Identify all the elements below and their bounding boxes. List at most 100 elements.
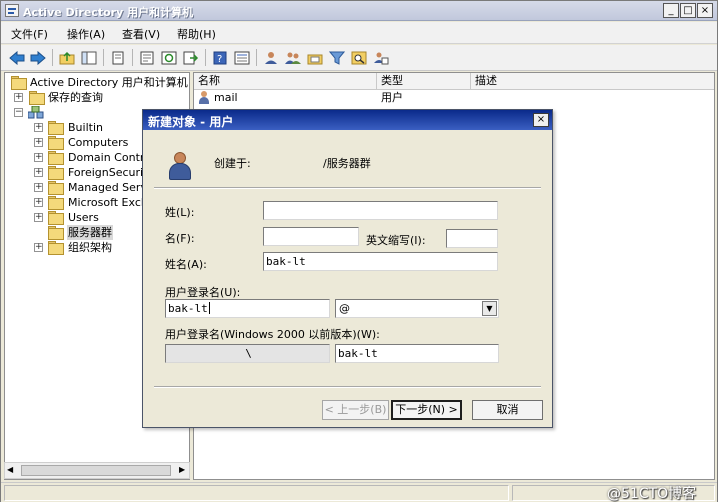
- toolbar-separator: [103, 49, 104, 66]
- window-title-bar[interactable]: Active Directory 用户和计算机 _ □ ×: [1, 1, 717, 21]
- tree-item-label: Builtin: [68, 121, 103, 134]
- menu-help[interactable]: 帮助(H): [177, 26, 216, 42]
- expand-icon[interactable]: +: [34, 243, 43, 252]
- expand-icon[interactable]: +: [34, 183, 43, 192]
- tree-item-label: Computers: [68, 136, 129, 149]
- domain-icon: [28, 106, 44, 119]
- tree-item-label: Active Directory 用户和计算机: [30, 76, 188, 89]
- list-item[interactable]: mail 用户: [194, 90, 714, 105]
- column-header-type[interactable]: 类型: [377, 73, 471, 90]
- ou-folder-icon: [48, 226, 64, 240]
- tree-item-label: 保存的查询: [48, 91, 103, 104]
- tree-horizontal-scrollbar[interactable]: ◀ ▶: [4, 462, 190, 479]
- pre2000-logon-input[interactable]: bak-lt: [335, 344, 499, 363]
- separator: [154, 187, 541, 189]
- main-window: Active Directory 用户和计算机 _ □ × 文件(F) 操作(A…: [0, 0, 718, 502]
- folder-icon: [48, 121, 64, 135]
- first-name-input[interactable]: [263, 227, 359, 246]
- toolbar: ?: [1, 45, 717, 71]
- separator: [154, 386, 541, 388]
- toolbar-separator: [132, 49, 133, 66]
- find-icon[interactable]: [349, 48, 369, 67]
- pre2000-label: 用户登录名(Windows 2000 以前版本)(W):: [165, 328, 380, 341]
- up-folder-icon[interactable]: [57, 48, 77, 67]
- console-root-icon: [11, 76, 27, 90]
- close-button[interactable]: ×: [697, 3, 713, 18]
- forward-icon[interactable]: [28, 48, 48, 67]
- show-tree-icon[interactable]: [79, 48, 99, 67]
- menu-bar: 文件(F) 操作(A) 查看(V) 帮助(H): [1, 22, 717, 44]
- scroll-thumb[interactable]: [21, 465, 171, 476]
- last-name-label: 姓(L):: [165, 206, 195, 219]
- menu-file[interactable]: 文件(F): [11, 26, 48, 42]
- text-caret: [208, 302, 210, 314]
- expand-icon[interactable]: +: [34, 213, 43, 222]
- chevron-down-icon[interactable]: ▼: [482, 301, 497, 316]
- last-name-input[interactable]: [263, 201, 498, 220]
- new-group-icon[interactable]: [283, 48, 303, 67]
- help-icon[interactable]: ?: [210, 48, 230, 67]
- new-user-icon[interactable]: [261, 48, 281, 67]
- expand-icon[interactable]: +: [14, 93, 23, 102]
- expand-icon[interactable]: +: [34, 168, 43, 177]
- new-user-dialog: 新建对象 - 用户 × 创建于: /服务器群 姓(L): 名(F): 英文缩写(…: [142, 109, 553, 428]
- next-button[interactable]: 下一步(N) >: [391, 400, 462, 420]
- add-to-group-icon[interactable]: [371, 48, 391, 67]
- created-in-label: 创建于:: [214, 157, 251, 170]
- toolbar-separator: [256, 49, 257, 66]
- tree-item-label: ForeignSecurit: [68, 166, 148, 179]
- tree-item-saved-queries[interactable]: + 保存的查询: [8, 90, 188, 105]
- tree-item-label: Users: [68, 211, 99, 224]
- maximize-button[interactable]: □: [680, 3, 696, 18]
- dialog-title: 新建对象 - 用户: [148, 115, 234, 129]
- tree-item-label-selected: 服务器群: [67, 225, 113, 240]
- full-name-label: 姓名(A):: [165, 258, 207, 271]
- menu-view[interactable]: 查看(V): [122, 26, 160, 42]
- app-icon: [5, 4, 19, 17]
- folder-icon: [48, 181, 64, 195]
- details-icon[interactable]: [232, 48, 252, 67]
- toolbar-separator: [205, 49, 206, 66]
- pre2000-domain-field: \: [165, 344, 330, 363]
- ou-folder-icon: [48, 241, 64, 255]
- back-icon[interactable]: [7, 48, 27, 67]
- watermark-text: @51CTO博客: [607, 486, 697, 502]
- status-segment: [4, 485, 509, 501]
- dialog-title-bar[interactable]: 新建对象 - 用户 ×: [143, 110, 552, 130]
- expand-icon[interactable]: +: [34, 123, 43, 132]
- scroll-left-icon[interactable]: ◀: [7, 465, 13, 474]
- column-header-description[interactable]: 描述: [471, 73, 714, 90]
- properties-icon[interactable]: [137, 48, 157, 67]
- domain-suffix-value: @: [339, 302, 350, 315]
- cancel-button[interactable]: 取消: [472, 400, 543, 420]
- domain-suffix-select[interactable]: @ ▼: [335, 299, 499, 318]
- collapse-icon[interactable]: −: [14, 108, 23, 117]
- initials-input[interactable]: [446, 229, 498, 248]
- initials-label: 英文缩写(I):: [366, 234, 426, 247]
- folder-icon: [48, 211, 64, 225]
- logon-name-input[interactable]: bak-lt: [165, 299, 330, 318]
- minimize-button[interactable]: _: [663, 3, 679, 18]
- filter-icon[interactable]: [327, 48, 347, 67]
- export-icon[interactable]: [181, 48, 201, 67]
- new-ou-icon[interactable]: [305, 48, 325, 67]
- back-button[interactable]: < 上一步(B): [322, 400, 389, 420]
- dialog-close-button[interactable]: ×: [533, 113, 549, 127]
- user-icon: [168, 150, 192, 182]
- column-header-name[interactable]: 名称: [194, 73, 377, 90]
- scroll-right-icon[interactable]: ▶: [179, 465, 185, 474]
- expand-icon[interactable]: +: [34, 138, 43, 147]
- ou-folder-icon: [48, 151, 64, 165]
- toolbar-separator: [52, 49, 53, 66]
- created-in-value: /服务器群: [323, 157, 371, 170]
- full-name-input[interactable]: bak-lt: [263, 252, 498, 271]
- expand-icon[interactable]: +: [34, 198, 43, 207]
- tree-item-root[interactable]: Active Directory 用户和计算机: [8, 75, 188, 90]
- menu-action[interactable]: 操作(A): [67, 26, 105, 42]
- expand-icon[interactable]: +: [34, 153, 43, 162]
- logon-name-label: 用户登录名(U):: [165, 286, 241, 299]
- copy-icon[interactable]: [108, 48, 128, 67]
- logon-name-value: bak-lt: [168, 302, 208, 315]
- refresh-icon[interactable]: [159, 48, 179, 67]
- list-item-name: mail: [214, 91, 238, 104]
